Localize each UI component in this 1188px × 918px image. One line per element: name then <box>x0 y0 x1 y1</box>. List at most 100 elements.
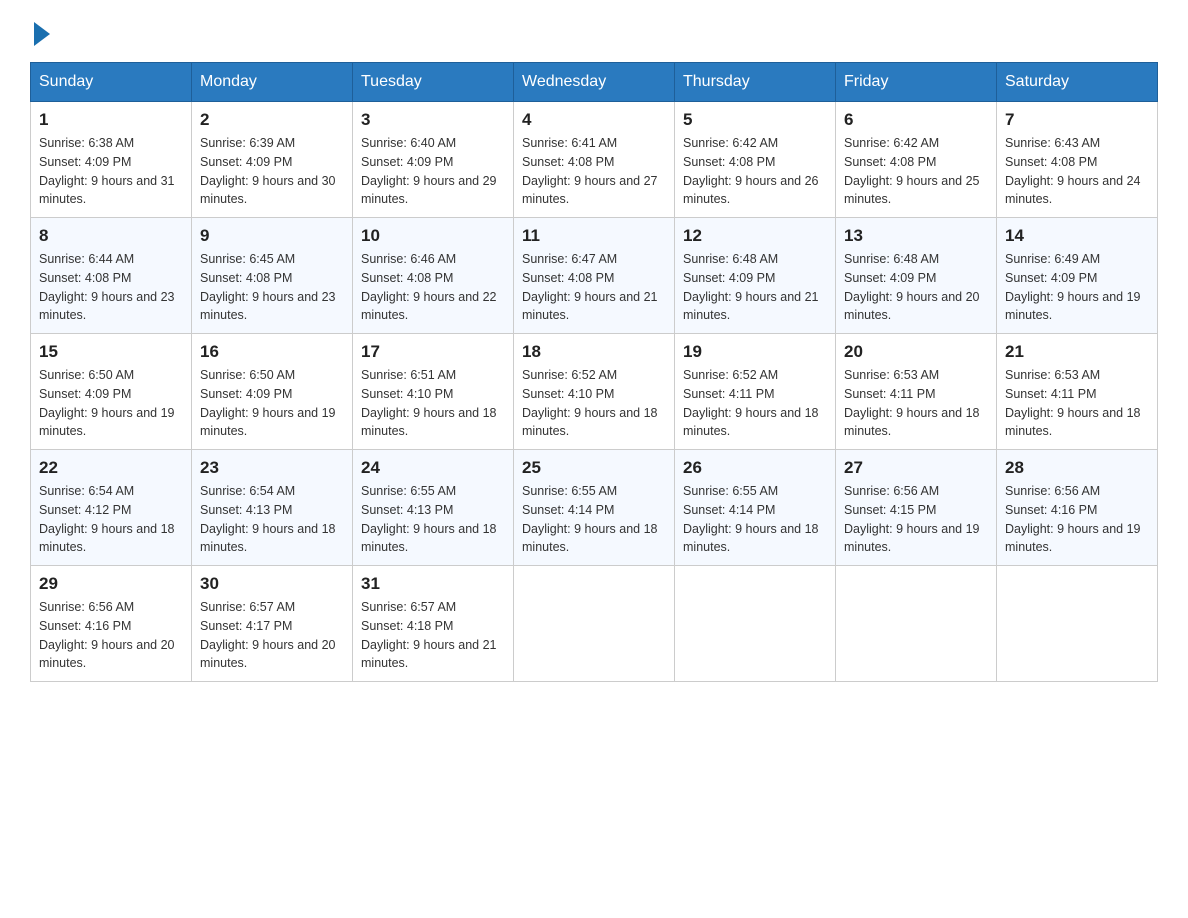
header-saturday: Saturday <box>997 63 1158 102</box>
day-info: Sunrise: 6:49 AM Sunset: 4:09 PM Dayligh… <box>1005 250 1149 325</box>
day-cell-28: 28 Sunrise: 6:56 AM Sunset: 4:16 PM Dayl… <box>997 450 1158 566</box>
day-info: Sunrise: 6:43 AM Sunset: 4:08 PM Dayligh… <box>1005 134 1149 209</box>
day-info: Sunrise: 6:39 AM Sunset: 4:09 PM Dayligh… <box>200 134 344 209</box>
day-cell-27: 27 Sunrise: 6:56 AM Sunset: 4:15 PM Dayl… <box>836 450 997 566</box>
day-cell-23: 23 Sunrise: 6:54 AM Sunset: 4:13 PM Dayl… <box>192 450 353 566</box>
day-cell-6: 6 Sunrise: 6:42 AM Sunset: 4:08 PM Dayli… <box>836 102 997 218</box>
day-number: 7 <box>1005 110 1149 130</box>
empty-cell <box>997 566 1158 682</box>
day-number: 8 <box>39 226 183 246</box>
day-number: 30 <box>200 574 344 594</box>
day-info: Sunrise: 6:52 AM Sunset: 4:10 PM Dayligh… <box>522 366 666 441</box>
day-cell-11: 11 Sunrise: 6:47 AM Sunset: 4:08 PM Dayl… <box>514 218 675 334</box>
day-info: Sunrise: 6:55 AM Sunset: 4:14 PM Dayligh… <box>683 482 827 557</box>
day-cell-4: 4 Sunrise: 6:41 AM Sunset: 4:08 PM Dayli… <box>514 102 675 218</box>
day-cell-21: 21 Sunrise: 6:53 AM Sunset: 4:11 PM Dayl… <box>997 334 1158 450</box>
day-info: Sunrise: 6:53 AM Sunset: 4:11 PM Dayligh… <box>1005 366 1149 441</box>
day-number: 9 <box>200 226 344 246</box>
day-cell-22: 22 Sunrise: 6:54 AM Sunset: 4:12 PM Dayl… <box>31 450 192 566</box>
day-cell-24: 24 Sunrise: 6:55 AM Sunset: 4:13 PM Dayl… <box>353 450 514 566</box>
header-sunday: Sunday <box>31 63 192 102</box>
day-cell-31: 31 Sunrise: 6:57 AM Sunset: 4:18 PM Dayl… <box>353 566 514 682</box>
day-cell-15: 15 Sunrise: 6:50 AM Sunset: 4:09 PM Dayl… <box>31 334 192 450</box>
day-number: 14 <box>1005 226 1149 246</box>
empty-cell <box>514 566 675 682</box>
day-cell-2: 2 Sunrise: 6:39 AM Sunset: 4:09 PM Dayli… <box>192 102 353 218</box>
day-info: Sunrise: 6:48 AM Sunset: 4:09 PM Dayligh… <box>683 250 827 325</box>
day-number: 11 <box>522 226 666 246</box>
day-number: 21 <box>1005 342 1149 362</box>
day-number: 29 <box>39 574 183 594</box>
day-number: 5 <box>683 110 827 130</box>
day-cell-17: 17 Sunrise: 6:51 AM Sunset: 4:10 PM Dayl… <box>353 334 514 450</box>
day-cell-16: 16 Sunrise: 6:50 AM Sunset: 4:09 PM Dayl… <box>192 334 353 450</box>
day-number: 18 <box>522 342 666 362</box>
day-cell-13: 13 Sunrise: 6:48 AM Sunset: 4:09 PM Dayl… <box>836 218 997 334</box>
day-number: 16 <box>200 342 344 362</box>
day-info: Sunrise: 6:55 AM Sunset: 4:14 PM Dayligh… <box>522 482 666 557</box>
day-cell-14: 14 Sunrise: 6:49 AM Sunset: 4:09 PM Dayl… <box>997 218 1158 334</box>
day-cell-7: 7 Sunrise: 6:43 AM Sunset: 4:08 PM Dayli… <box>997 102 1158 218</box>
day-number: 12 <box>683 226 827 246</box>
day-info: Sunrise: 6:45 AM Sunset: 4:08 PM Dayligh… <box>200 250 344 325</box>
day-number: 4 <box>522 110 666 130</box>
day-info: Sunrise: 6:57 AM Sunset: 4:17 PM Dayligh… <box>200 598 344 673</box>
header-thursday: Thursday <box>675 63 836 102</box>
day-info: Sunrise: 6:54 AM Sunset: 4:13 PM Dayligh… <box>200 482 344 557</box>
day-info: Sunrise: 6:50 AM Sunset: 4:09 PM Dayligh… <box>200 366 344 441</box>
week-row-3: 15 Sunrise: 6:50 AM Sunset: 4:09 PM Dayl… <box>31 334 1158 450</box>
day-cell-30: 30 Sunrise: 6:57 AM Sunset: 4:17 PM Dayl… <box>192 566 353 682</box>
day-cell-26: 26 Sunrise: 6:55 AM Sunset: 4:14 PM Dayl… <box>675 450 836 566</box>
day-cell-18: 18 Sunrise: 6:52 AM Sunset: 4:10 PM Dayl… <box>514 334 675 450</box>
day-info: Sunrise: 6:42 AM Sunset: 4:08 PM Dayligh… <box>844 134 988 209</box>
day-number: 3 <box>361 110 505 130</box>
page-header <box>30 20 1158 42</box>
day-number: 23 <box>200 458 344 478</box>
day-cell-25: 25 Sunrise: 6:55 AM Sunset: 4:14 PM Dayl… <box>514 450 675 566</box>
day-number: 2 <box>200 110 344 130</box>
day-info: Sunrise: 6:41 AM Sunset: 4:08 PM Dayligh… <box>522 134 666 209</box>
day-number: 26 <box>683 458 827 478</box>
day-number: 24 <box>361 458 505 478</box>
day-number: 19 <box>683 342 827 362</box>
empty-cell <box>675 566 836 682</box>
header-tuesday: Tuesday <box>353 63 514 102</box>
day-info: Sunrise: 6:56 AM Sunset: 4:16 PM Dayligh… <box>39 598 183 673</box>
day-info: Sunrise: 6:47 AM Sunset: 4:08 PM Dayligh… <box>522 250 666 325</box>
header-wednesday: Wednesday <box>514 63 675 102</box>
day-info: Sunrise: 6:57 AM Sunset: 4:18 PM Dayligh… <box>361 598 505 673</box>
day-number: 27 <box>844 458 988 478</box>
header-monday: Monday <box>192 63 353 102</box>
day-number: 22 <box>39 458 183 478</box>
day-info: Sunrise: 6:54 AM Sunset: 4:12 PM Dayligh… <box>39 482 183 557</box>
day-info: Sunrise: 6:55 AM Sunset: 4:13 PM Dayligh… <box>361 482 505 557</box>
day-cell-1: 1 Sunrise: 6:38 AM Sunset: 4:09 PM Dayli… <box>31 102 192 218</box>
week-row-4: 22 Sunrise: 6:54 AM Sunset: 4:12 PM Dayl… <box>31 450 1158 566</box>
day-number: 17 <box>361 342 505 362</box>
day-cell-5: 5 Sunrise: 6:42 AM Sunset: 4:08 PM Dayli… <box>675 102 836 218</box>
logo-arrow-icon <box>34 22 50 46</box>
week-row-2: 8 Sunrise: 6:44 AM Sunset: 4:08 PM Dayli… <box>31 218 1158 334</box>
day-cell-12: 12 Sunrise: 6:48 AM Sunset: 4:09 PM Dayl… <box>675 218 836 334</box>
day-number: 1 <box>39 110 183 130</box>
day-info: Sunrise: 6:52 AM Sunset: 4:11 PM Dayligh… <box>683 366 827 441</box>
week-row-1: 1 Sunrise: 6:38 AM Sunset: 4:09 PM Dayli… <box>31 102 1158 218</box>
day-info: Sunrise: 6:56 AM Sunset: 4:15 PM Dayligh… <box>844 482 988 557</box>
day-number: 31 <box>361 574 505 594</box>
day-info: Sunrise: 6:46 AM Sunset: 4:08 PM Dayligh… <box>361 250 505 325</box>
day-info: Sunrise: 6:50 AM Sunset: 4:09 PM Dayligh… <box>39 366 183 441</box>
logo <box>30 20 50 42</box>
day-number: 15 <box>39 342 183 362</box>
day-info: Sunrise: 6:44 AM Sunset: 4:08 PM Dayligh… <box>39 250 183 325</box>
day-number: 28 <box>1005 458 1149 478</box>
days-header-row: SundayMondayTuesdayWednesdayThursdayFrid… <box>31 63 1158 102</box>
day-number: 20 <box>844 342 988 362</box>
day-info: Sunrise: 6:53 AM Sunset: 4:11 PM Dayligh… <box>844 366 988 441</box>
day-cell-20: 20 Sunrise: 6:53 AM Sunset: 4:11 PM Dayl… <box>836 334 997 450</box>
day-info: Sunrise: 6:38 AM Sunset: 4:09 PM Dayligh… <box>39 134 183 209</box>
day-info: Sunrise: 6:48 AM Sunset: 4:09 PM Dayligh… <box>844 250 988 325</box>
day-number: 10 <box>361 226 505 246</box>
day-info: Sunrise: 6:51 AM Sunset: 4:10 PM Dayligh… <box>361 366 505 441</box>
day-number: 25 <box>522 458 666 478</box>
day-cell-29: 29 Sunrise: 6:56 AM Sunset: 4:16 PM Dayl… <box>31 566 192 682</box>
